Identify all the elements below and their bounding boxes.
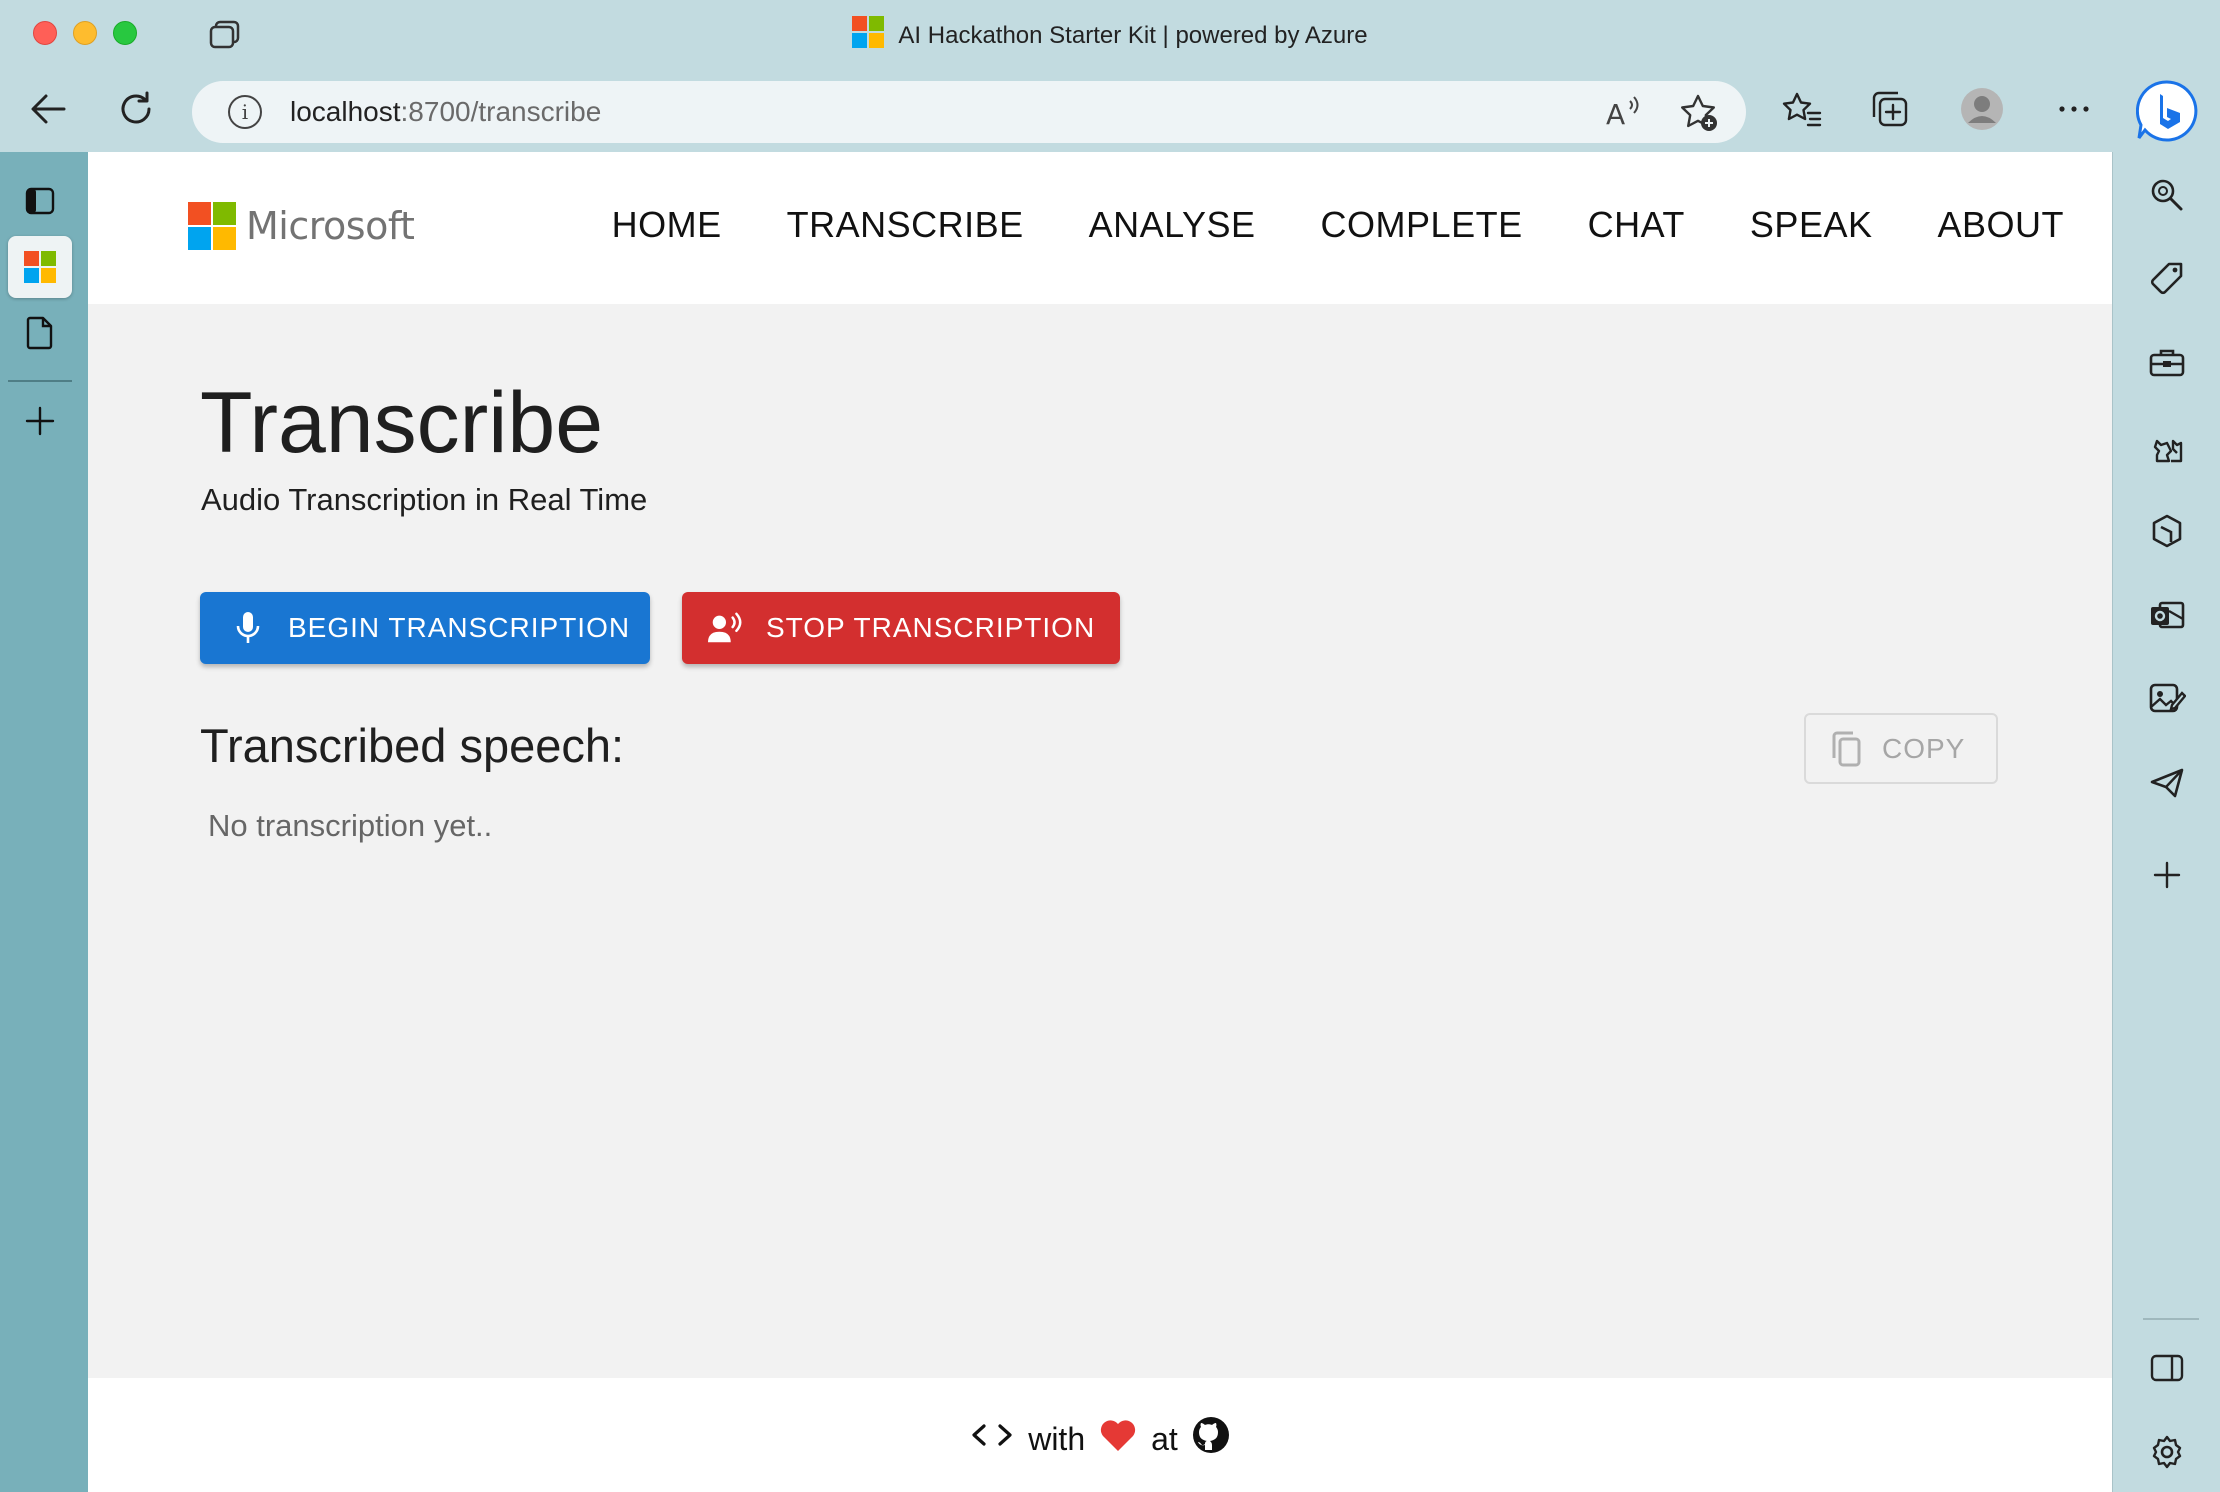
logo-text: Microsoft — [246, 204, 415, 248]
collections-button[interactable] — [1860, 79, 1920, 139]
nav-chat[interactable]: CHAT — [1588, 204, 1685, 246]
sidebar-toggle-icon — [2150, 1354, 2184, 1382]
tab-pane-icon — [25, 187, 55, 215]
plus-icon — [2153, 861, 2181, 889]
sidebar-settings-button[interactable] — [2135, 1420, 2199, 1484]
search-icon — [2151, 179, 2183, 211]
window-title-bar: AI Hackathon Starter Kit | powered by Az… — [0, 0, 2220, 66]
sidebar-office[interactable] — [2135, 499, 2199, 563]
footer-at-text: at — [1151, 1420, 1178, 1457]
page-title: Transcribe — [200, 375, 604, 471]
browser-toolbar: i localhost:8700/transcribe A — [0, 66, 2220, 152]
collections-icon — [1872, 91, 1908, 127]
address-url[interactable]: localhost:8700/transcribe — [290, 96, 601, 128]
tag-icon — [2150, 262, 2183, 295]
copy-icon — [1830, 730, 1862, 768]
sidebar-divider — [2143, 1318, 2199, 1320]
stop-transcription-button[interactable]: STOP TRANSCRIPTION — [682, 592, 1120, 664]
page-subtitle: Audio Transcription in Real Time — [201, 482, 648, 517]
url-path: :8700/transcribe — [400, 96, 602, 127]
back-button[interactable] — [18, 79, 78, 139]
main-nav: HOME TRANSCRIBE ANALYSE COMPLETE CHAT SP… — [547, 204, 2064, 246]
refresh-button[interactable] — [106, 79, 166, 139]
sidebar-search[interactable] — [2135, 163, 2199, 227]
copy-label: COPY — [1882, 732, 1966, 764]
stop-transcription-label: STOP TRANSCRIPTION — [766, 612, 1096, 643]
site-footer: with at — [88, 1378, 2112, 1492]
new-tab-button[interactable] — [8, 390, 72, 452]
microphone-icon — [230, 610, 266, 646]
document-icon — [26, 316, 53, 350]
footer-credits: with at — [88, 1416, 2112, 1462]
microsoft-logo-icon — [188, 202, 236, 250]
send-icon — [2150, 768, 2184, 798]
code-icon — [970, 1420, 1014, 1458]
copy-button[interactable]: COPY — [1804, 713, 1998, 784]
sidebar-add-button[interactable] — [2135, 843, 2199, 907]
designer-icon — [2149, 683, 2186, 713]
back-arrow-icon — [31, 94, 66, 124]
nav-speak[interactable]: SPEAK — [1750, 204, 1873, 246]
tab-ai-hackathon[interactable] — [8, 236, 72, 298]
nav-home[interactable]: HOME — [612, 204, 722, 246]
voice-off-icon — [708, 610, 744, 646]
bing-icon — [2135, 80, 2198, 142]
transcription-output: No transcription yet.. — [208, 808, 493, 843]
favorites-icon — [1782, 92, 1822, 127]
tabs-divider — [8, 380, 72, 382]
window-title: AI Hackathon Starter Kit | powered by Az… — [0, 16, 2220, 55]
hide-sidebar-button[interactable] — [2135, 1336, 2199, 1400]
footer-with-text: with — [1028, 1420, 1086, 1457]
toolbox-icon — [2149, 349, 2185, 377]
profile-button[interactable] — [1952, 79, 2012, 139]
avatar — [1961, 88, 2003, 130]
read-aloud-icon[interactable]: A — [1604, 93, 1644, 133]
more-menu-button[interactable] — [2044, 79, 2104, 139]
web-page: Microsoft HOME TRANSCRIBE ANALYSE COMPLE… — [88, 152, 2112, 1492]
nav-about[interactable]: ABOUT — [1937, 204, 2064, 246]
sidebar-shopping[interactable] — [2135, 247, 2199, 311]
nav-transcribe[interactable]: TRANSCRIBE — [787, 204, 1024, 246]
plus-icon — [25, 406, 55, 436]
heart-icon — [1099, 1418, 1137, 1460]
tab-pane-toggle[interactable] — [8, 170, 72, 232]
refresh-icon — [121, 91, 151, 124]
site-logo[interactable]: Microsoft — [188, 202, 415, 250]
office-icon — [2152, 514, 2182, 548]
nav-analyse[interactable]: ANALYSE — [1089, 204, 1256, 246]
begin-transcription-label: BEGIN TRANSCRIPTION — [288, 612, 631, 643]
bing-copilot-button[interactable] — [2135, 80, 2198, 142]
vertical-tabs-strip — [0, 152, 88, 1492]
sidebar-drop[interactable] — [2135, 751, 2199, 815]
settings-icon — [2152, 1435, 2182, 1469]
github-icon[interactable] — [1192, 1416, 1230, 1462]
microsoft-favicon-icon — [24, 251, 56, 283]
sidebar-outlook[interactable] — [2135, 583, 2199, 647]
window-title-text: AI Hackathon Starter Kit | powered by Az… — [898, 22, 1368, 49]
favorites-button[interactable] — [1772, 79, 1832, 139]
games-icon — [2153, 439, 2183, 463]
edge-sidebar — [2112, 152, 2220, 1492]
url-host: localhost — [290, 96, 401, 127]
more-dots-icon — [2059, 106, 2089, 112]
address-bar[interactable]: i localhost:8700/transcribe A — [192, 81, 1746, 143]
site-info-icon[interactable]: i — [228, 95, 262, 129]
site-header: Microsoft HOME TRANSCRIBE ANALYSE COMPLE… — [88, 152, 2112, 304]
nav-complete[interactable]: COMPLETE — [1321, 204, 1523, 246]
site-favicon-icon — [852, 16, 885, 55]
transcribed-speech-heading: Transcribed speech: — [200, 719, 625, 772]
outlook-icon — [2151, 601, 2185, 629]
sidebar-tools[interactable] — [2135, 331, 2199, 395]
sidebar-games[interactable] — [2135, 415, 2199, 479]
sidebar-designer[interactable] — [2135, 667, 2199, 731]
begin-transcription-button[interactable]: BEGIN TRANSCRIPTION — [200, 592, 650, 664]
svg-text:A: A — [1606, 98, 1625, 131]
add-favorite-icon[interactable] — [1678, 92, 1720, 134]
tab-document[interactable] — [8, 302, 72, 364]
